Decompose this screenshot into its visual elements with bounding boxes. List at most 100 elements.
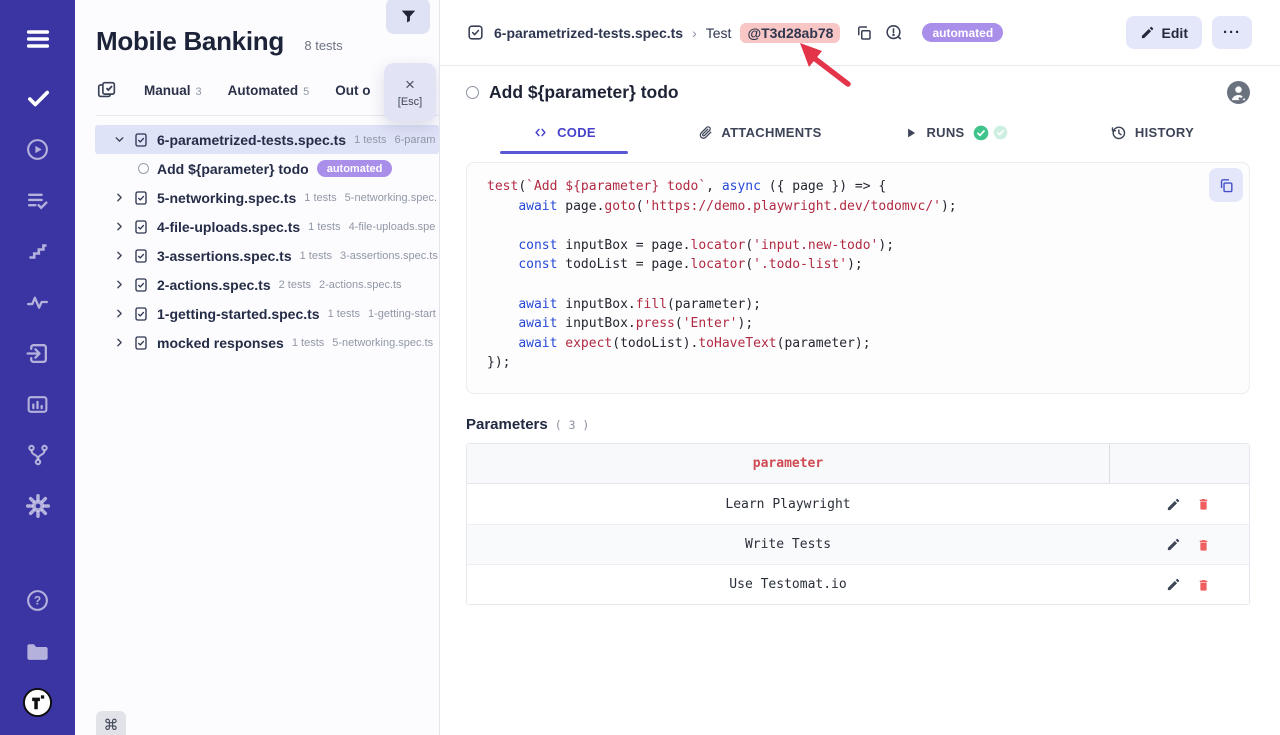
settings-gear-icon[interactable] [21, 491, 55, 521]
edit-button[interactable]: Edit [1126, 16, 1202, 49]
assignee-avatar[interactable] [1227, 81, 1250, 104]
delete-parameter-button[interactable] [1196, 496, 1211, 512]
breadcrumb-test-label: Test [706, 25, 732, 41]
chevron-right-icon[interactable] [113, 278, 126, 291]
edit-parameter-button[interactable] [1166, 577, 1181, 592]
parameter-value: Learn Playwright [467, 497, 1109, 512]
automated-badge: automated [922, 23, 1003, 42]
projects-folder-icon[interactable] [21, 636, 55, 666]
filter-automated[interactable]: Automated 5 [228, 83, 310, 98]
parameter-row: Learn Playwright [467, 484, 1249, 524]
branches-icon[interactable] [21, 440, 55, 470]
suite-test-count: 1 tests [308, 221, 340, 233]
automated-badge: automated [317, 160, 393, 177]
parameter-actions [1109, 537, 1249, 553]
tree-suite-row[interactable]: 2-actions.spec.ts2 tests2-actions.spec.t… [75, 270, 439, 299]
parameter-actions [1109, 496, 1249, 512]
spec-file-icon [133, 306, 149, 322]
delete-parameter-button[interactable] [1196, 577, 1211, 593]
spec-file-icon [133, 335, 149, 351]
tree-suite-row[interactable]: 3-assertions.spec.ts 1 tests 3-assertions.… [75, 241, 439, 270]
chevron-right-icon[interactable] [113, 336, 126, 349]
chevron-right-icon[interactable] [113, 249, 126, 262]
suite-name: 1-getting-started.spec.ts [157, 306, 320, 322]
parameter-row: Use Testomat.io [467, 564, 1249, 604]
suite-name: 5-networking.spec.ts [157, 190, 296, 206]
test-id-badge[interactable]: @T3d28ab78 [740, 23, 840, 43]
filter-automated-label: Automated [228, 83, 299, 98]
esc-hint: [Esc] [398, 96, 422, 108]
filter-more-truncated[interactable]: Out o [335, 83, 370, 98]
suite-name: 6-parametrized-tests.spec.ts [157, 132, 346, 148]
spec-file-icon [133, 248, 149, 264]
tests-panel: Mobile Banking 8 tests Manual 3 Automate… [75, 0, 440, 735]
history-status-icon[interactable] [884, 23, 903, 42]
code-line: const inputBox = page.locator('input.new… [487, 236, 1229, 256]
tests-check-icon[interactable] [21, 83, 55, 113]
suite-file-label: 6-param [394, 134, 435, 146]
test-tree: 6-parametrized-tests.spec.ts 1 tests 6-par… [75, 125, 439, 357]
breadcrumb-file[interactable]: 6-parametrized-tests.spec.ts [494, 25, 683, 41]
suite-file-label: 5-networking.spec. [345, 192, 437, 204]
edit-parameter-button[interactable] [1166, 497, 1181, 512]
close-icon[interactable]: × [405, 76, 415, 93]
code-line: await inputBox.fill(parameter); [487, 295, 1229, 315]
tab-history[interactable]: HISTORY [1054, 124, 1250, 154]
filter-automated-count: 5 [303, 86, 309, 98]
parameters-count: ( 3 ) [555, 418, 590, 432]
parameter-value: Write Tests [467, 537, 1109, 552]
tab-code[interactable]: CODE [466, 124, 662, 154]
code-line: await inputBox.press('Enter'); [487, 314, 1229, 334]
steps-icon[interactable] [21, 236, 55, 266]
import-icon[interactable] [21, 338, 55, 368]
copy-icon[interactable] [855, 24, 873, 42]
tree-suite-row[interactable]: 5-networking.spec.ts1 tests5-networking.… [75, 183, 439, 212]
analytics-icon[interactable] [21, 389, 55, 419]
delete-parameter-button[interactable] [1196, 537, 1211, 553]
copy-code-button[interactable] [1209, 168, 1243, 202]
testomat-logo[interactable] [21, 687, 55, 717]
copy-icon [1218, 177, 1235, 194]
menu-icon[interactable] [21, 24, 55, 54]
code-line: test(`Add ${parameter} todo`, async ({ p… [487, 177, 1229, 197]
multi-select-icon[interactable] [96, 79, 118, 101]
code-line: await page.goto('https://demo.playwright… [487, 197, 1229, 217]
chevron-right-icon[interactable] [113, 191, 126, 204]
parameter-column-header: parameter [467, 456, 1109, 471]
edit-parameter-button[interactable] [1166, 537, 1181, 552]
help-icon[interactable]: ? [21, 585, 55, 615]
tests-count: 8 tests [304, 38, 342, 53]
test-plans-icon[interactable] [21, 185, 55, 215]
test-status-circle-icon [466, 86, 479, 99]
tab-attachments[interactable]: ATTACHMENTS [662, 124, 858, 154]
tree-test-row[interactable]: Add ${parameter} todoautomated [75, 154, 439, 183]
tab-code-label: CODE [557, 125, 596, 140]
play-icon [904, 126, 918, 140]
filter-button[interactable] [386, 0, 430, 34]
tab-history-label: HISTORY [1135, 125, 1194, 140]
command-shortcut-button[interactable]: ⌘ [96, 711, 126, 735]
parameters-heading: Parameters ( 3 ) [466, 416, 1250, 433]
parameter-value: Use Testomat.io [467, 577, 1109, 592]
suite-test-count: 1 tests [300, 250, 332, 262]
tree-suite-row[interactable]: 1-getting-started.spec.ts1 tests1-gettin… [75, 299, 439, 328]
topbar: 6-parametrized-tests.spec.ts › Test @T3d… [440, 0, 1280, 66]
runs-play-icon[interactable] [21, 134, 55, 164]
suite-name: 3-assertions.spec.ts [157, 248, 292, 264]
tree-suite-row[interactable]: 4-file-uploads.spec.ts1 tests4-file-uplo… [75, 212, 439, 241]
chevron-right-icon[interactable] [113, 220, 126, 233]
filter-manual[interactable]: Manual 3 [144, 83, 202, 98]
tree-suite-row[interactable]: mocked responses1 tests5-networking.spec… [75, 328, 439, 357]
tab-runs[interactable]: RUNS [858, 124, 1054, 154]
chevron-right-icon[interactable] [113, 307, 126, 320]
code-line [487, 216, 1229, 236]
pulse-icon[interactable] [21, 287, 55, 317]
run-success-faded-icon [993, 125, 1008, 140]
spec-file-icon [133, 190, 149, 206]
tab-attachments-label: ATTACHMENTS [721, 125, 821, 140]
more-actions-button[interactable]: ··· [1212, 16, 1252, 49]
chevron-down-icon[interactable] [113, 133, 126, 146]
suite-file-label: 3-assertions.spec.ts [340, 250, 438, 262]
tree-suite-row[interactable]: 6-parametrized-tests.spec.ts1 tests6-par… [95, 125, 439, 154]
checkbox-icon [466, 23, 485, 42]
